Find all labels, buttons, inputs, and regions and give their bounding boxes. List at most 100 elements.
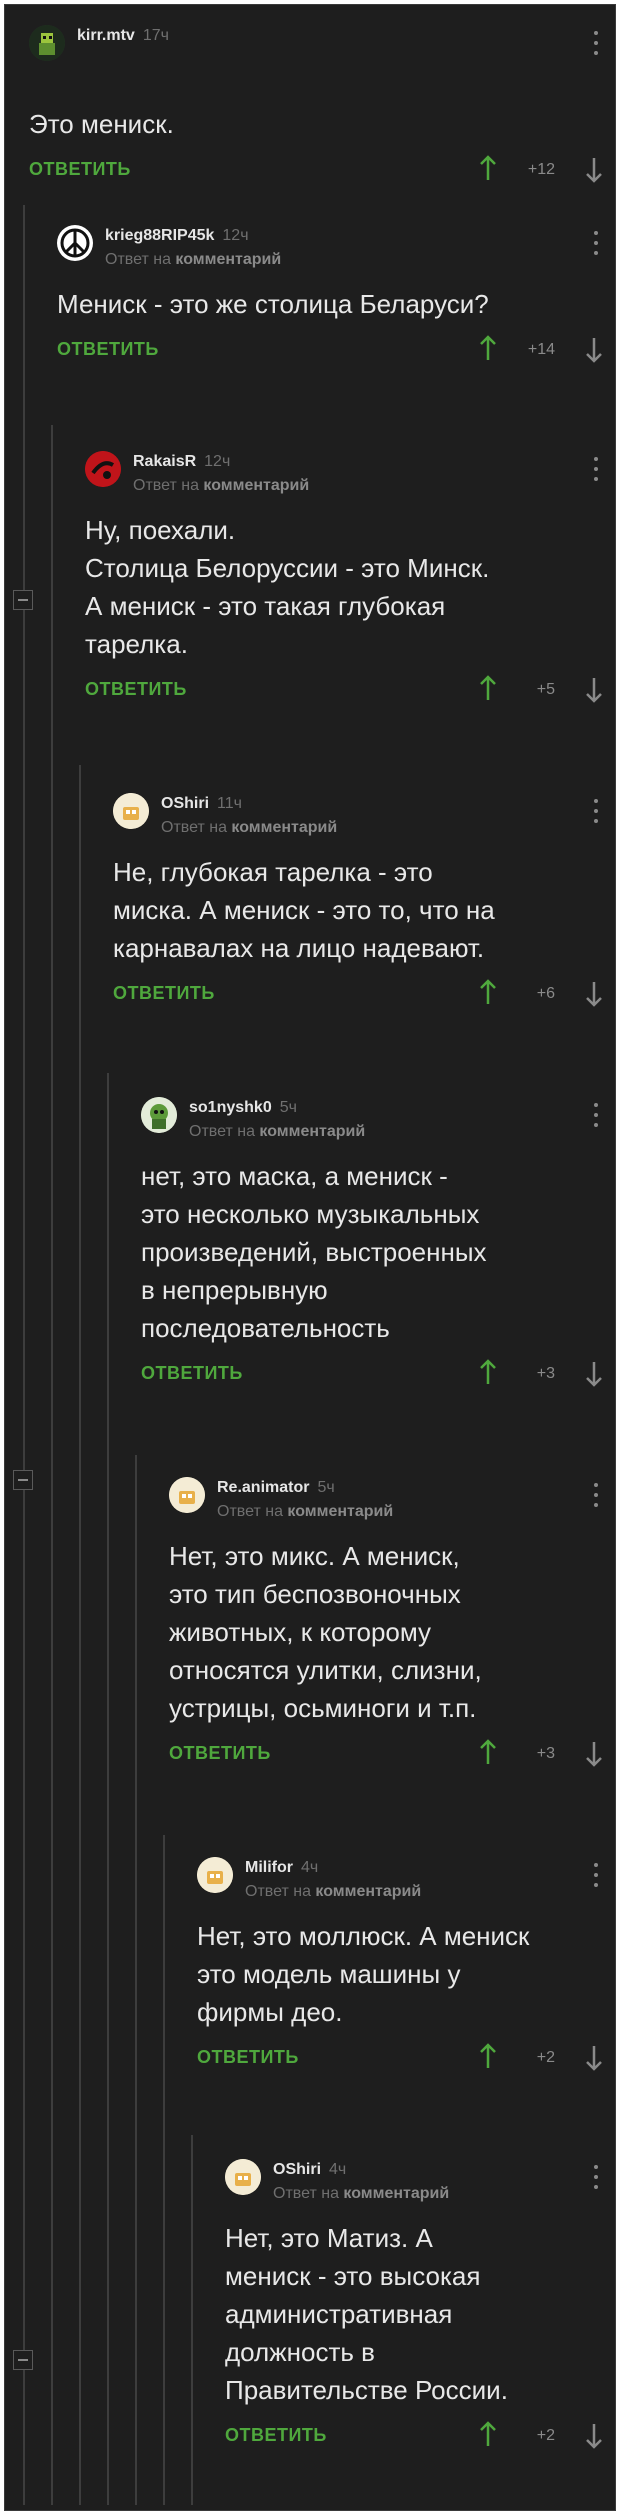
comment-text: Нет, это Матиз. А мениск - это высокая а… xyxy=(225,2223,508,2405)
username-text[interactable]: so1nyshk0 xyxy=(189,1099,272,1116)
upvote-arrow-icon[interactable] xyxy=(479,979,497,1005)
username-text[interactable]: OShiri xyxy=(161,795,209,812)
red-logo-avatar-icon[interactable] xyxy=(85,451,121,487)
username: Milifor 4ч xyxy=(245,1859,318,1877)
downvote-arrow-icon[interactable] xyxy=(585,1741,603,1767)
upvote-arrow-icon[interactable] xyxy=(479,335,497,361)
upvote-arrow-icon[interactable] xyxy=(479,2421,497,2447)
comment: kirr.mtv 17ч Это мениск. ОТВЕТИТЬ +12 xyxy=(29,25,605,185)
comment-time: 17ч xyxy=(142,27,169,44)
default-avatar-icon[interactable] xyxy=(169,1477,205,1513)
username-text[interactable]: krieg88RIP45k xyxy=(105,227,214,244)
comment-time: 12ч xyxy=(204,453,231,470)
default-avatar-icon[interactable] xyxy=(113,793,149,829)
reply-to: Ответ на комментарий xyxy=(133,477,309,495)
comment-time: 12ч xyxy=(222,227,249,244)
reply-target-link[interactable]: комментарий xyxy=(231,819,337,836)
comment-text: Не, глубокая тарелка - это миска. А мени… xyxy=(113,857,495,963)
comment-actions: ОТВЕТИТЬ +3 xyxy=(169,1739,605,1769)
comment-rating: +3 xyxy=(536,1745,555,1762)
downvote-arrow-icon[interactable] xyxy=(585,2423,603,2449)
reply-button[interactable]: ОТВЕТИТЬ xyxy=(169,1743,271,1764)
more-options-icon[interactable] xyxy=(593,1483,599,1507)
username-text[interactable]: Re.animator xyxy=(217,1479,309,1496)
downvote-arrow-icon[interactable] xyxy=(585,2045,603,2071)
reply-target-link[interactable]: комментарий xyxy=(203,477,309,494)
comment-header: OShiri 11ч Ответ на комментарий xyxy=(113,793,605,839)
more-options-icon[interactable] xyxy=(593,1103,599,1127)
reply-target-link[interactable]: комментарий xyxy=(287,1503,393,1520)
comment-header: kirr.mtv 17ч xyxy=(29,25,605,71)
collapse-thread-button[interactable] xyxy=(13,2350,33,2370)
upvote-arrow-icon[interactable] xyxy=(479,155,497,181)
reply-button[interactable]: ОТВЕТИТЬ xyxy=(113,983,215,1004)
more-options-icon[interactable] xyxy=(593,457,599,481)
comment-thread: kirr.mtv 17ч Это мениск. ОТВЕТИТЬ +12 kri… xyxy=(4,4,616,2511)
upvote-arrow-icon[interactable] xyxy=(479,1359,497,1385)
comment-rating: +2 xyxy=(536,2427,555,2444)
upvote-arrow-icon[interactable] xyxy=(479,2043,497,2069)
reply-button[interactable]: ОТВЕТИТЬ xyxy=(197,2047,299,2068)
comment-time: 5ч xyxy=(279,1099,297,1116)
reply-prefix: Ответ на xyxy=(133,477,199,494)
upvote-arrow-icon[interactable] xyxy=(479,1739,497,1765)
comment-text: Ну, поехали. Столица Белоруссии - это Ми… xyxy=(85,515,490,659)
more-options-icon[interactable] xyxy=(593,231,599,255)
comment-text: нет, это маска, а мениск - это несколько… xyxy=(141,1161,487,1343)
default-avatar-icon[interactable] xyxy=(225,2159,261,2195)
username-text[interactable]: Milifor xyxy=(245,1859,293,1876)
reply-to: Ответ на комментарий xyxy=(245,1883,421,1901)
downvote-arrow-icon[interactable] xyxy=(585,1361,603,1387)
comment: RakaisR 12ч Ответ на комментарий Ну, поех… xyxy=(85,451,605,705)
comment-header: Re.animator 5ч Ответ на комментарий xyxy=(169,1477,605,1523)
pixel-character-avatar-icon[interactable] xyxy=(29,25,65,61)
more-options-icon[interactable] xyxy=(593,1863,599,1887)
comment-header: Milifor 4ч Ответ на комментарий xyxy=(197,1857,605,1903)
reply-target-link[interactable]: комментарий xyxy=(315,1883,421,1900)
reply-prefix: Ответ на xyxy=(273,2185,339,2202)
comment-text: Мениск - это же столица Беларуси? xyxy=(57,289,489,319)
comment-rating: +6 xyxy=(536,985,555,1002)
comment-time: 11ч xyxy=(217,795,242,812)
comment-actions: ОТВЕТИТЬ +6 xyxy=(113,979,605,1009)
reply-button[interactable]: ОТВЕТИТЬ xyxy=(141,1363,243,1384)
peace-sign-avatar-icon[interactable] xyxy=(57,225,93,261)
username-text[interactable]: RakaisR xyxy=(133,453,196,470)
username[interactable]: kirr.mtv 17ч xyxy=(77,27,169,45)
reply-button[interactable]: ОТВЕТИТЬ xyxy=(29,159,131,180)
thread-line xyxy=(51,425,53,2505)
reply-to: Ответ на комментарий xyxy=(217,1503,393,1521)
more-options-icon[interactable] xyxy=(593,799,599,823)
more-options-icon[interactable] xyxy=(593,2165,599,2189)
collapse-thread-button[interactable] xyxy=(13,1470,33,1490)
comment-actions: ОТВЕТИТЬ +14 xyxy=(57,335,605,365)
reply-button[interactable]: ОТВЕТИТЬ xyxy=(85,679,187,700)
comment-rating: +14 xyxy=(527,341,555,358)
downvote-arrow-icon[interactable] xyxy=(585,157,603,183)
reply-button[interactable]: ОТВЕТИТЬ xyxy=(225,2425,327,2446)
comment-rating: +12 xyxy=(527,161,555,178)
comment-actions: ОТВЕТИТЬ +5 xyxy=(85,675,605,705)
username: krieg88RIP45k 12ч xyxy=(105,227,249,245)
reply-target-link[interactable]: комментарий xyxy=(259,1123,365,1140)
comment-actions: ОТВЕТИТЬ +2 xyxy=(225,2421,605,2451)
username-text[interactable]: OShiri xyxy=(273,2161,321,2178)
reply-target-link[interactable]: комментарий xyxy=(175,251,281,268)
comment-text: Нет, это моллюск. А мениск это модель ма… xyxy=(197,1921,530,2027)
downvote-arrow-icon[interactable] xyxy=(585,337,603,363)
downvote-arrow-icon[interactable] xyxy=(585,677,603,703)
reply-to: Ответ на комментарий xyxy=(273,2185,449,2203)
username: Re.animator 5ч xyxy=(217,1479,335,1497)
reply-button[interactable]: ОТВЕТИТЬ xyxy=(57,339,159,360)
downvote-arrow-icon[interactable] xyxy=(585,981,603,1007)
username: OShiri 11ч xyxy=(161,795,242,813)
green-character-avatar-icon[interactable] xyxy=(141,1097,177,1133)
username-text[interactable]: kirr.mtv xyxy=(77,27,135,44)
reply-target-link[interactable]: комментарий xyxy=(343,2185,449,2202)
collapse-thread-button[interactable] xyxy=(13,590,33,610)
comment-header: so1nyshk0 5ч Ответ на комментарий xyxy=(141,1097,605,1143)
reply-prefix: Ответ на xyxy=(105,251,171,268)
more-options-icon[interactable] xyxy=(593,31,599,55)
default-avatar-icon[interactable] xyxy=(197,1857,233,1893)
upvote-arrow-icon[interactable] xyxy=(479,675,497,701)
